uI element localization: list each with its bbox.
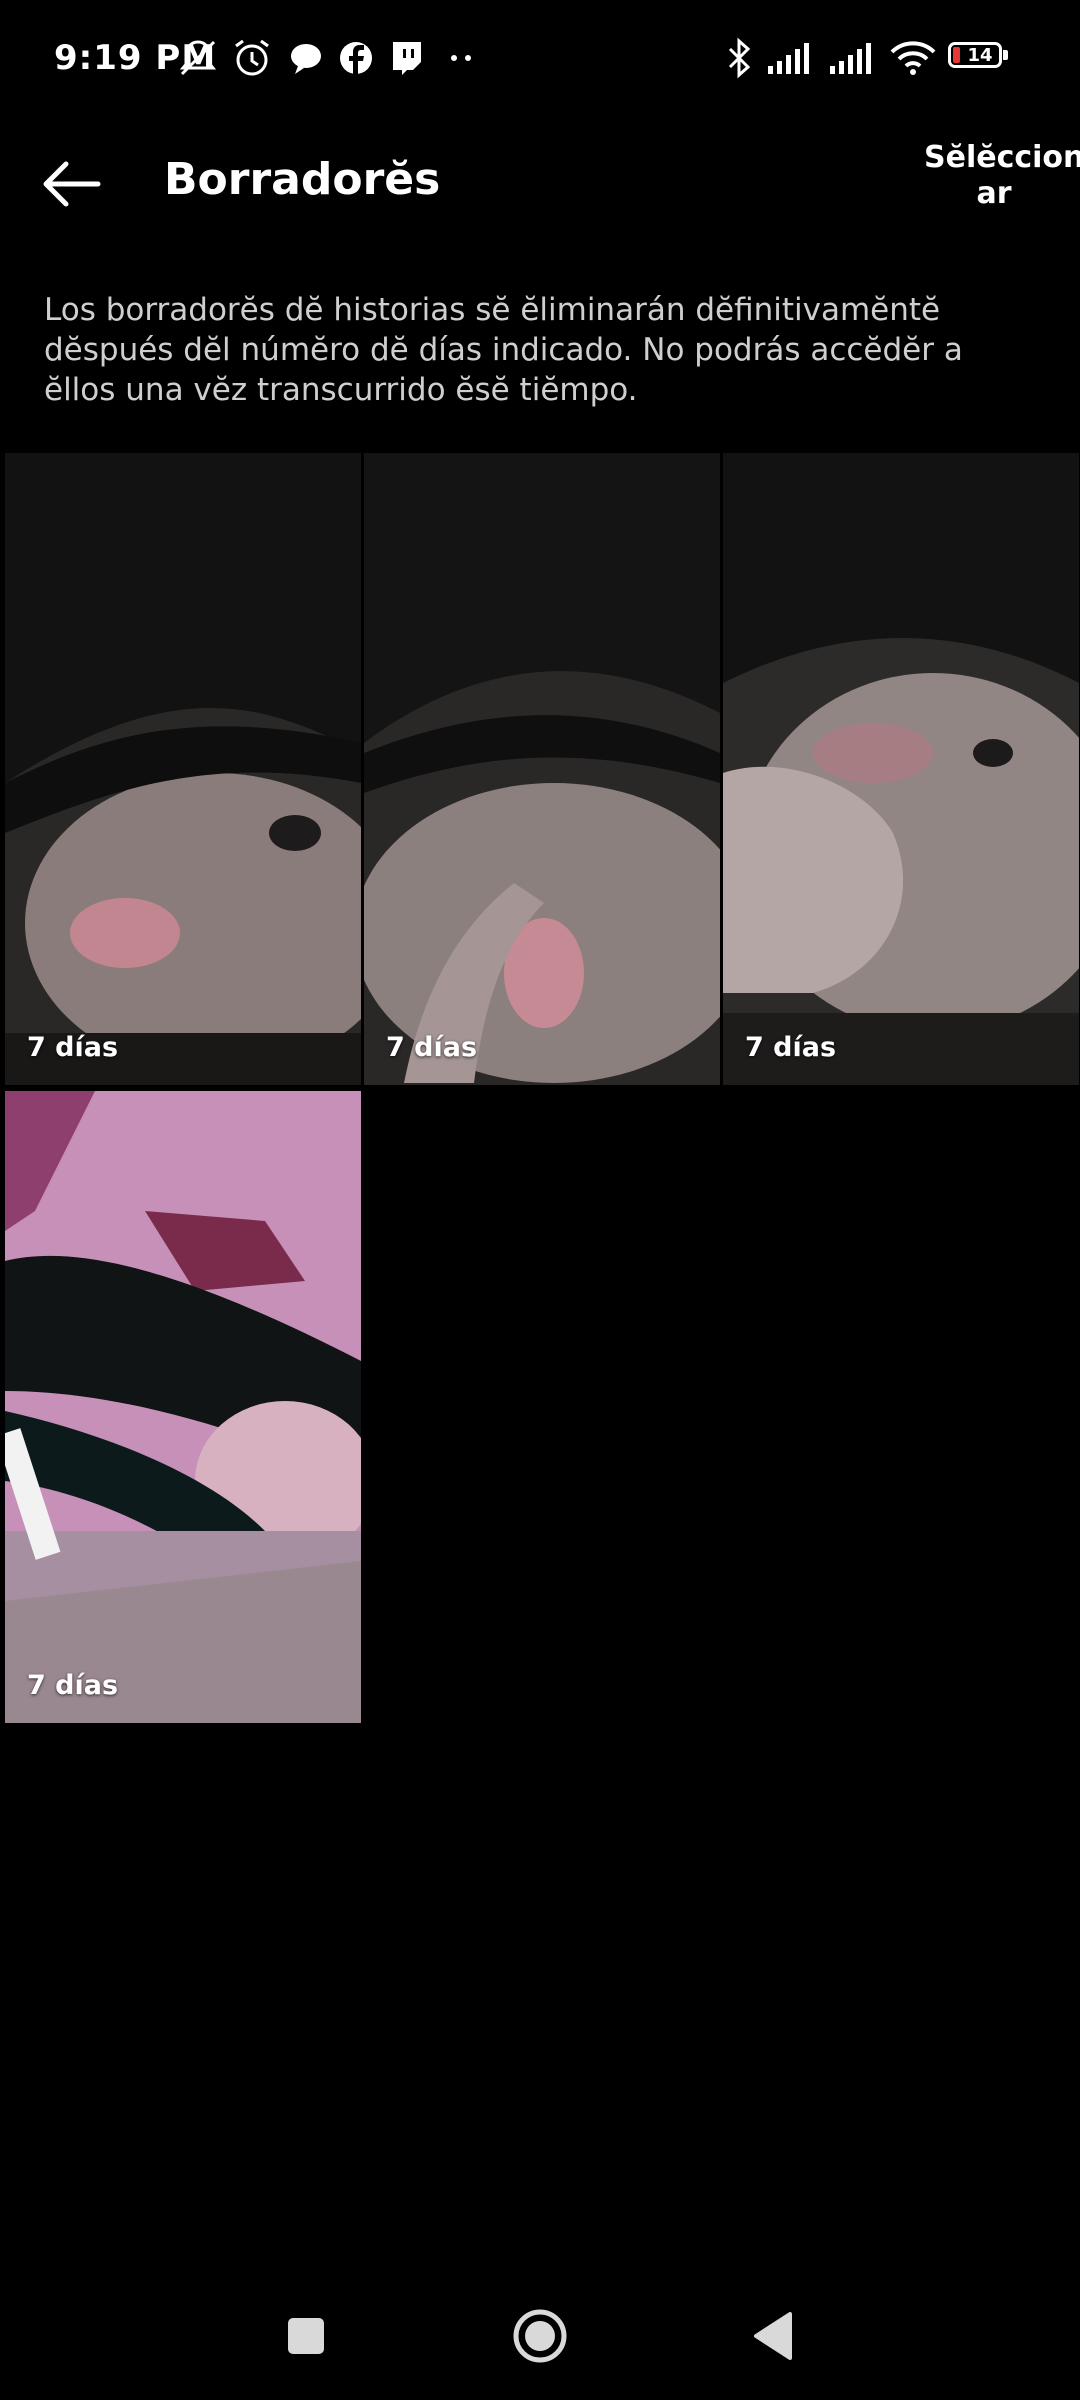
draft-photo bbox=[5, 1091, 361, 1723]
draft-thumbnail[interactable]: 7 días bbox=[364, 453, 720, 1085]
expires-label: 7 días bbox=[27, 1670, 119, 1701]
draft-photo bbox=[723, 453, 1079, 1085]
signal-icon bbox=[768, 43, 809, 74]
alarm-icon bbox=[235, 39, 269, 76]
recents-square-icon[interactable] bbox=[266, 2296, 346, 2376]
battery-icon: 14 bbox=[948, 42, 1010, 72]
signal-icon bbox=[830, 43, 871, 74]
top-app-bar: Borradorĕs Sĕlĕccion ar bbox=[0, 120, 1080, 240]
more-dots-icon bbox=[451, 55, 471, 61]
home-circle-icon[interactable] bbox=[500, 2296, 580, 2376]
select-button[interactable]: Sĕlĕccion ar bbox=[924, 140, 1080, 212]
muted-bell-icon bbox=[179, 40, 217, 76]
status-bar: 9:19 PM 14 bbox=[0, 0, 1080, 120]
back-triangle-icon[interactable] bbox=[734, 2296, 814, 2376]
select-label-line2: ar bbox=[976, 176, 1012, 211]
bluetooth-icon bbox=[728, 37, 751, 79]
expires-label: 7 días bbox=[745, 1032, 837, 1063]
back-arrow-icon[interactable] bbox=[36, 148, 108, 220]
expires-label: 7 días bbox=[27, 1032, 119, 1063]
draft-thumbnail[interactable]: 7 días bbox=[723, 453, 1079, 1085]
draft-thumbnail[interactable]: 7 días bbox=[5, 453, 361, 1085]
draft-thumbnail[interactable]: 7 días bbox=[5, 1091, 361, 1723]
wifi-icon bbox=[890, 41, 936, 75]
expires-label: 7 días bbox=[386, 1032, 478, 1063]
facebook-icon bbox=[340, 42, 372, 74]
drafts-notice: Los borradorĕs dĕ historias sĕ ĕliminará… bbox=[44, 292, 963, 408]
chat-bubble-icon bbox=[291, 44, 321, 74]
draft-photo bbox=[5, 453, 361, 1085]
twitch-icon bbox=[393, 42, 421, 75]
select-label-line1: Sĕlĕccion bbox=[924, 140, 1080, 175]
battery-level: 14 bbox=[967, 45, 993, 66]
page-title: Borradorĕs bbox=[164, 154, 441, 205]
system-nav-bar bbox=[0, 2270, 1080, 2400]
draft-photo bbox=[364, 453, 720, 1085]
